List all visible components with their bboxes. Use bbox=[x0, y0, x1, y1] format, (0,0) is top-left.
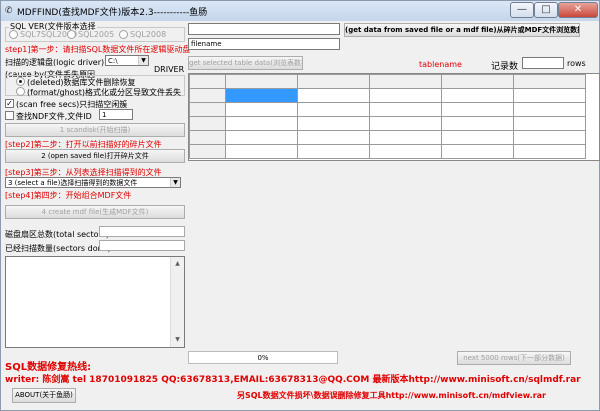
grid-cell[interactable] bbox=[441, 144, 514, 159]
sql-version-option-2: SQL2008 bbox=[130, 30, 167, 39]
grid-cell[interactable] bbox=[441, 116, 514, 131]
grid-cell[interactable] bbox=[441, 102, 514, 117]
grid-cell[interactable] bbox=[297, 144, 370, 159]
file-select[interactable]: 3 (select a file)选择扫描得到的数据文件 ▼ bbox=[5, 177, 181, 188]
grid-col-header[interactable] bbox=[513, 74, 586, 89]
hotline-text: SQL数据修复热线: bbox=[5, 362, 92, 373]
grid-row-header[interactable] bbox=[189, 116, 226, 131]
table-row[interactable] bbox=[189, 130, 586, 145]
grid-cell[interactable] bbox=[369, 144, 442, 159]
record-count-input[interactable] bbox=[522, 57, 564, 69]
step1-label: step1]第一步：请扫描SQL数据文件所在逻辑驱动盘 bbox=[5, 45, 191, 54]
tablename-label: tablename bbox=[419, 60, 462, 69]
grid-cell[interactable] bbox=[297, 116, 370, 131]
grid-col-header[interactable] bbox=[369, 74, 442, 89]
progress-bar: 0% bbox=[188, 351, 338, 364]
grid-cell[interactable] bbox=[225, 116, 298, 131]
minimize-button[interactable]: — bbox=[510, 2, 534, 18]
grid-cell[interactable] bbox=[513, 102, 586, 117]
sql-version-option-1: SQL2005 bbox=[78, 30, 115, 39]
grid-cell[interactable] bbox=[225, 144, 298, 159]
get-selected-table-button[interactable]: get selected table data(浏览表数据) bbox=[188, 56, 303, 70]
title-bar: ✆ MDFFIND(查找MDF文件)版本2.3-----------鱼肠 — □… bbox=[1, 1, 599, 21]
other-tool-text: 另SQL数据文件损坏\数据误删除修复工具http://www.minisoft.… bbox=[237, 391, 547, 400]
grid-col-header[interactable] bbox=[297, 74, 370, 89]
scandisk-button[interactable]: 1 scandisk(开始扫描) bbox=[5, 123, 185, 137]
data-grid[interactable] bbox=[188, 73, 600, 161]
grid-cell[interactable] bbox=[369, 130, 442, 145]
file-select-value: 3 (select a file)选择扫描得到的数据文件 bbox=[8, 179, 138, 187]
about-button[interactable]: ABOUT(关于鱼肠) bbox=[12, 388, 76, 403]
create-mdf-button[interactable]: 4 create mdf file(生成MDF文件) bbox=[5, 205, 185, 219]
cause-option-format: (format/ghost)格式化或分区导致文件丢失 bbox=[27, 88, 181, 97]
app-icon: ✆ bbox=[5, 6, 13, 16]
grid-cell[interactable] bbox=[441, 130, 514, 145]
grid-col-header[interactable] bbox=[225, 74, 298, 89]
sql-version-radio-0[interactable] bbox=[9, 30, 18, 39]
sectors-done-label: 已经扫描数量(sectors done) bbox=[5, 244, 111, 253]
total-sectors-field bbox=[99, 226, 185, 237]
chevron-down-icon: ▼ bbox=[138, 56, 148, 65]
grid-cell[interactable] bbox=[369, 102, 442, 117]
grid-col-header[interactable] bbox=[441, 74, 514, 89]
window-title: MDFFIND(查找MDF文件)版本2.3-----------鱼肠 bbox=[17, 8, 208, 18]
scroll-down-icon[interactable]: ▼ bbox=[171, 333, 184, 347]
find-ndf-checkbox[interactable] bbox=[5, 111, 14, 120]
writer-text: writer: 陈剑嵩 tel 18701091825 QQ:63678313,… bbox=[5, 375, 581, 385]
grid-cell[interactable] bbox=[225, 102, 298, 117]
get-data-button[interactable]: (get data from saved file or a mdf file)… bbox=[344, 23, 580, 37]
progress-text: 0% bbox=[257, 354, 269, 362]
maximize-button[interactable]: □ bbox=[534, 2, 558, 18]
scroll-up-icon[interactable]: ▲ bbox=[171, 257, 184, 271]
drive-label: 扫描的逻辑盘(logic driver) bbox=[5, 58, 105, 67]
cause-radio-deleted[interactable] bbox=[16, 77, 25, 86]
grid-cell[interactable] bbox=[369, 88, 442, 103]
grid-cell[interactable] bbox=[297, 102, 370, 117]
record-count-label: 记录数 bbox=[491, 62, 519, 72]
grid-row-header[interactable] bbox=[189, 88, 226, 103]
filename-input[interactable]: filename bbox=[188, 38, 340, 50]
find-ndf-label: 查找NDF文件,文件ID bbox=[16, 112, 92, 121]
grid-cell[interactable] bbox=[513, 116, 586, 131]
log-textarea[interactable]: ▲ ▼ bbox=[5, 256, 185, 348]
main-window: ✆ MDFFIND(查找MDF文件)版本2.3-----------鱼肠 — □… bbox=[0, 0, 600, 411]
open-saved-button[interactable]: 2 (open saved file)打开碎片文件 bbox=[5, 149, 185, 163]
grid-header-row bbox=[189, 74, 586, 89]
cause-radio-format[interactable] bbox=[16, 87, 25, 96]
path-input[interactable] bbox=[188, 23, 340, 35]
table-row[interactable] bbox=[189, 116, 586, 131]
sql-version-radio-1[interactable] bbox=[67, 30, 76, 39]
grid-cell[interactable] bbox=[297, 88, 370, 103]
sql-version-radio-2[interactable] bbox=[119, 30, 128, 39]
drive-select[interactable]: C:\ ▼ bbox=[105, 55, 149, 66]
grid-row-header[interactable] bbox=[189, 102, 226, 117]
table-row[interactable] bbox=[189, 88, 586, 103]
grid-cell-selected[interactable] bbox=[225, 88, 298, 103]
grid-corner bbox=[189, 74, 226, 89]
grid-row-header[interactable] bbox=[189, 144, 226, 159]
driver-tag: DRIVER bbox=[154, 65, 185, 74]
scan-free-checkbox[interactable]: ✓ bbox=[5, 99, 14, 108]
grid-cell[interactable] bbox=[297, 130, 370, 145]
total-sectors-label: 磁盘扇区总数(total sectors) bbox=[5, 230, 110, 239]
grid-cell[interactable] bbox=[369, 116, 442, 131]
grid-row-header[interactable] bbox=[189, 130, 226, 145]
grid-cell[interactable] bbox=[225, 130, 298, 145]
rows-label: rows bbox=[567, 59, 586, 68]
drive-select-value: C:\ bbox=[108, 57, 118, 65]
grid-cell[interactable] bbox=[513, 130, 586, 145]
table-row[interactable] bbox=[189, 102, 586, 117]
grid-cell[interactable] bbox=[513, 88, 586, 103]
grid-cell[interactable] bbox=[441, 88, 514, 103]
table-row[interactable] bbox=[189, 144, 586, 159]
log-scrollbar[interactable]: ▲ ▼ bbox=[170, 257, 184, 347]
step4-label: [step4]第四步：开始组合MDF文件 bbox=[5, 191, 132, 200]
close-button[interactable]: ✕ bbox=[558, 2, 598, 18]
grid-cell[interactable] bbox=[513, 144, 586, 159]
next-5000-button[interactable]: next 5000 rows(下一部分数据) bbox=[457, 351, 571, 365]
sectors-done-field bbox=[99, 240, 185, 251]
file-id-input[interactable]: 1 bbox=[99, 109, 133, 120]
chevron-down-icon: ▼ bbox=[170, 178, 180, 187]
